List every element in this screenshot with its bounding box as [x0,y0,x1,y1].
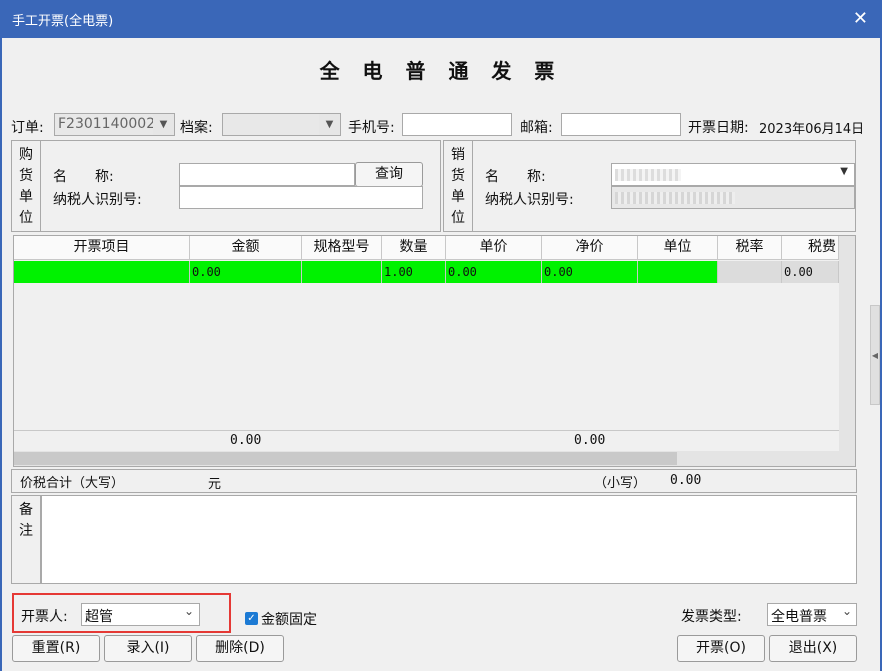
email-input[interactable] [561,113,681,136]
check-icon: ✓ [247,613,256,624]
issuer-label: 开票人: [21,609,68,625]
chevron-down-icon: ⌄ [183,604,194,618]
cell-tax-rate[interactable] [718,261,782,283]
column-header-unit[interactable]: 单位 [638,236,718,260]
column-header-spec[interactable]: 规格型号 [302,236,382,260]
invoice-type-select[interactable]: 全电普票 ⌄ [767,603,857,626]
date-value: 2023年06月14日 [759,122,865,137]
totals-row: 0.00 0.00 [14,430,839,450]
archive-dropdown-button[interactable]: ▼ [319,113,341,136]
seller-taxid-label: 纳税人识别号: [485,192,574,208]
seller-name-label: 名 称: [485,169,546,185]
total-lowercase-label: （小写） [594,476,647,491]
cell-net-price[interactable]: 0.00 [542,261,638,283]
chevron-down-icon: ▼ [325,119,334,130]
window-border-left [0,38,2,671]
entry-button[interactable]: 录入(I) [104,635,192,662]
redacted-text [615,192,735,204]
remark-textarea[interactable] [41,495,857,584]
column-header-amount[interactable]: 金额 [190,236,302,260]
buyer-side-label: 购货单位 [19,147,33,226]
total-amount: 0.00 [230,433,262,448]
cell-item[interactable] [14,261,190,283]
cell-unit[interactable] [638,261,718,283]
invoice-items-grid[interactable]: 开票项目 金额 规格型号 数量 单价 净价 单位 税率 税费 0.00 1.00… [13,235,856,467]
column-header-unit-price[interactable]: 单价 [446,236,542,260]
title-bar: 手工开票(全电票) ✕ [0,0,882,38]
summary-row [11,469,857,493]
email-label: 邮箱: [520,120,553,136]
fixed-amount-label[interactable]: 金额固定 [261,609,317,629]
invoice-type-label: 发票类型: [681,609,742,625]
reset-button[interactable]: 重置(R) [12,635,100,662]
side-collapse-handle[interactable]: ◀ [870,305,880,405]
archive-label: 档案: [180,120,213,136]
column-header-net-price[interactable]: 净价 [542,236,638,260]
order-dropdown-button[interactable]: ▼ [153,113,175,136]
column-header-tax-rate[interactable]: 税率 [718,236,782,260]
cell-tax[interactable]: 0.00 [782,261,839,283]
order-label: 订单: [11,120,44,136]
window-title: 手工开票(全电票) [12,14,114,29]
seller-side-label: 销货单位 [451,147,465,226]
vertical-scrollbar[interactable] [839,236,855,466]
exit-button[interactable]: 退出(X) [769,635,857,662]
chevron-down-icon: ▼ [840,166,848,177]
buyer-name-label: 名 称: [53,169,114,185]
issuer-select-value: 超管 [85,609,113,625]
cell-unit-price[interactable]: 0.00 [446,261,542,283]
cell-spec[interactable] [302,261,382,283]
archive-input[interactable] [222,113,320,136]
phone-input[interactable] [402,113,512,136]
buyer-taxid-input[interactable] [179,186,423,209]
chevron-down-icon: ⌄ [841,604,852,618]
order-input[interactable]: F2301140002 [54,113,154,136]
chevron-left-icon: ◀ [871,351,879,360]
redacted-text [615,169,681,181]
close-icon[interactable]: ✕ [853,8,868,29]
issuer-select[interactable]: 超管 ⌄ [81,603,200,626]
total-net: 0.00 [574,433,606,448]
remark-label: 备注 [19,502,33,539]
horizontal-scrollbar[interactable] [14,451,839,466]
column-header-tax[interactable]: 税费 [782,236,839,260]
horizontal-scrollbar-thumb[interactable] [14,452,677,465]
issue-invoice-button[interactable]: 开票(O) [677,635,765,662]
total-uppercase-label: 价税合计（大写） [20,476,125,491]
buyer-name-input[interactable] [179,163,355,186]
column-header-quantity[interactable]: 数量 [382,236,446,260]
fixed-amount-checkbox[interactable]: ✓ [245,612,258,625]
chevron-down-icon: ▼ [159,119,168,130]
total-lowercase-value: 0.00 [670,473,702,488]
date-label: 开票日期: [688,120,749,136]
column-header-item[interactable]: 开票项目 [14,236,190,260]
invoice-type-select-value: 全电普票 [771,609,827,625]
delete-button[interactable]: 删除(D) [196,635,284,662]
query-button[interactable]: 查询 [355,162,423,187]
phone-label: 手机号: [348,120,395,136]
currency-label: 元 [208,477,222,492]
cell-quantity[interactable]: 1.00 [382,261,446,283]
cell-amount[interactable]: 0.00 [190,261,302,283]
buyer-taxid-label: 纳税人识别号: [53,192,142,208]
seller-taxid-input [611,186,855,209]
invoice-heading: 全 电 普 通 发 票 [319,59,563,83]
seller-name-select[interactable]: ▼ [611,163,855,186]
